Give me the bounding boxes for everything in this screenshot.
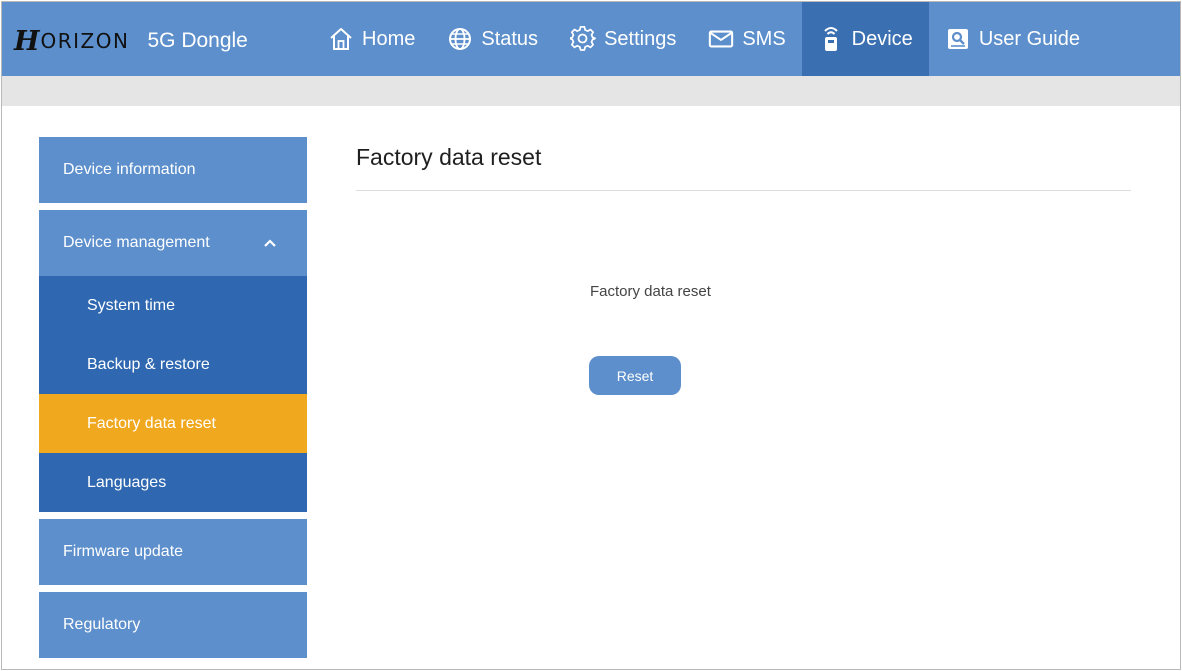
nav-settings[interactable]: Settings <box>554 2 692 76</box>
logo-mark: H <box>14 25 40 57</box>
chevron-up-icon[interactable] <box>263 238 277 248</box>
sidebar-item-label: Firmware update <box>63 543 184 560</box>
sidebar-subitem-label: System time <box>87 296 176 314</box>
sub-header-bar <box>2 76 1180 106</box>
nav-status[interactable]: Status <box>431 2 554 76</box>
device-icon <box>818 26 844 52</box>
reset-button[interactable]: Reset <box>589 356 681 395</box>
page-title: Factory data reset <box>356 144 542 170</box>
nav-user-guide[interactable]: User Guide <box>929 2 1096 76</box>
nav-home-label: Home <box>362 27 416 50</box>
sidebar-item-label: Device information <box>63 161 196 178</box>
sidebar-subitem-label: Languages <box>87 473 167 491</box>
sidebar-item-label: Regulatory <box>63 616 141 633</box>
home-icon <box>328 26 354 52</box>
globe-icon <box>447 26 473 52</box>
sidebar-item-label: Device management <box>63 234 210 251</box>
gear-icon <box>570 26 596 52</box>
top-header: H ORIZON 5G Dongle Home Status Settings … <box>2 2 1180 76</box>
horizon-logo: H ORIZON <box>14 26 129 57</box>
sidebar-item-device-management[interactable]: Device management <box>39 210 307 276</box>
factory-reset-label: Factory data reset <box>590 283 711 300</box>
nav-sms[interactable]: SMS <box>692 2 801 76</box>
nav-device[interactable]: Device <box>801 2 929 76</box>
product-name: 5G Dongle <box>147 29 248 52</box>
sidebar-subitem-label: Factory data reset <box>87 414 216 432</box>
main-nav: Home Status Settings SMS Device User Gui… <box>312 2 1096 76</box>
nav-settings-label: Settings <box>604 27 677 50</box>
sidebar-subitem-system-time[interactable]: System time <box>39 276 307 335</box>
sidebar: Device information Device management Sys… <box>39 137 307 658</box>
sidebar-subitem-languages[interactable]: Languages <box>39 453 307 512</box>
logo-text: ORIZON <box>40 29 130 53</box>
nav-home[interactable]: Home <box>312 2 431 76</box>
brand: H ORIZON 5G Dongle <box>14 26 248 57</box>
title-divider <box>356 190 1131 191</box>
user-guide-icon <box>945 26 971 52</box>
sidebar-item-regulatory[interactable]: Regulatory <box>39 592 307 658</box>
nav-sms-label: SMS <box>742 27 786 50</box>
sidebar-subitem-factory-data-reset[interactable]: Factory data reset <box>39 394 307 453</box>
app-window: H ORIZON 5G Dongle Home Status Settings … <box>1 1 1181 670</box>
envelope-icon <box>708 26 734 52</box>
sidebar-item-device-information[interactable]: Device information <box>39 137 307 203</box>
sidebar-subitem-backup-restore[interactable]: Backup & restore <box>39 335 307 394</box>
nav-status-label: Status <box>481 27 539 50</box>
nav-device-label: Device <box>851 27 913 50</box>
sidebar-subitem-label: Backup & restore <box>87 355 210 373</box>
nav-user-guide-label: User Guide <box>978 27 1080 50</box>
sidebar-item-firmware-update[interactable]: Firmware update <box>39 519 307 585</box>
